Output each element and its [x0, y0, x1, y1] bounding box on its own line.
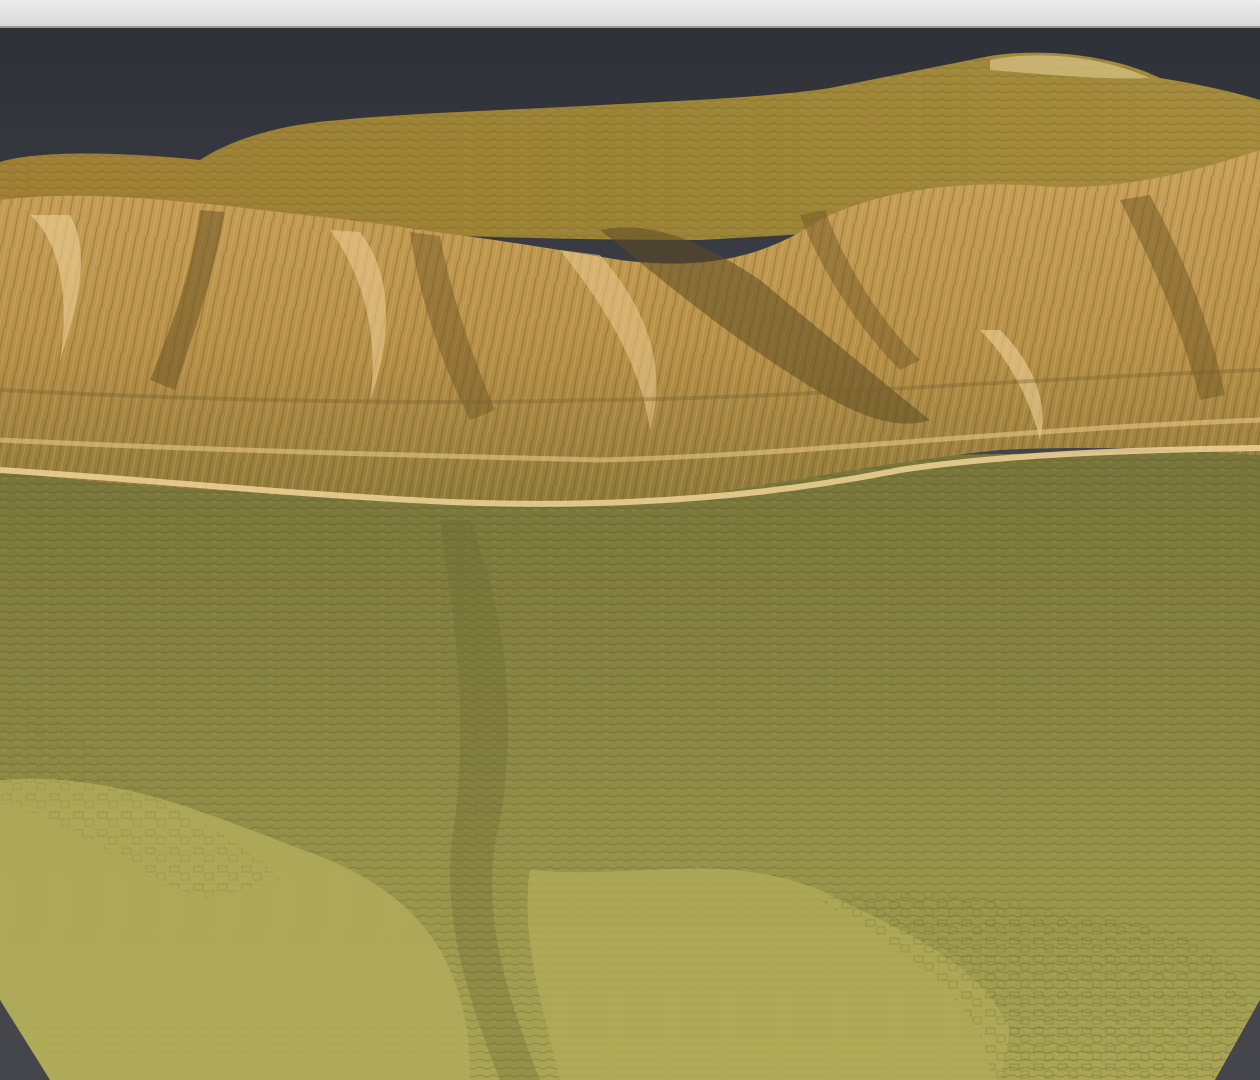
terrain-render — [0, 52, 1260, 1080]
terrain-editor-window — [0, 0, 1260, 1080]
3d-viewport[interactable] — [0, 28, 1260, 1080]
window-title-bar — [0, 0, 1260, 28]
